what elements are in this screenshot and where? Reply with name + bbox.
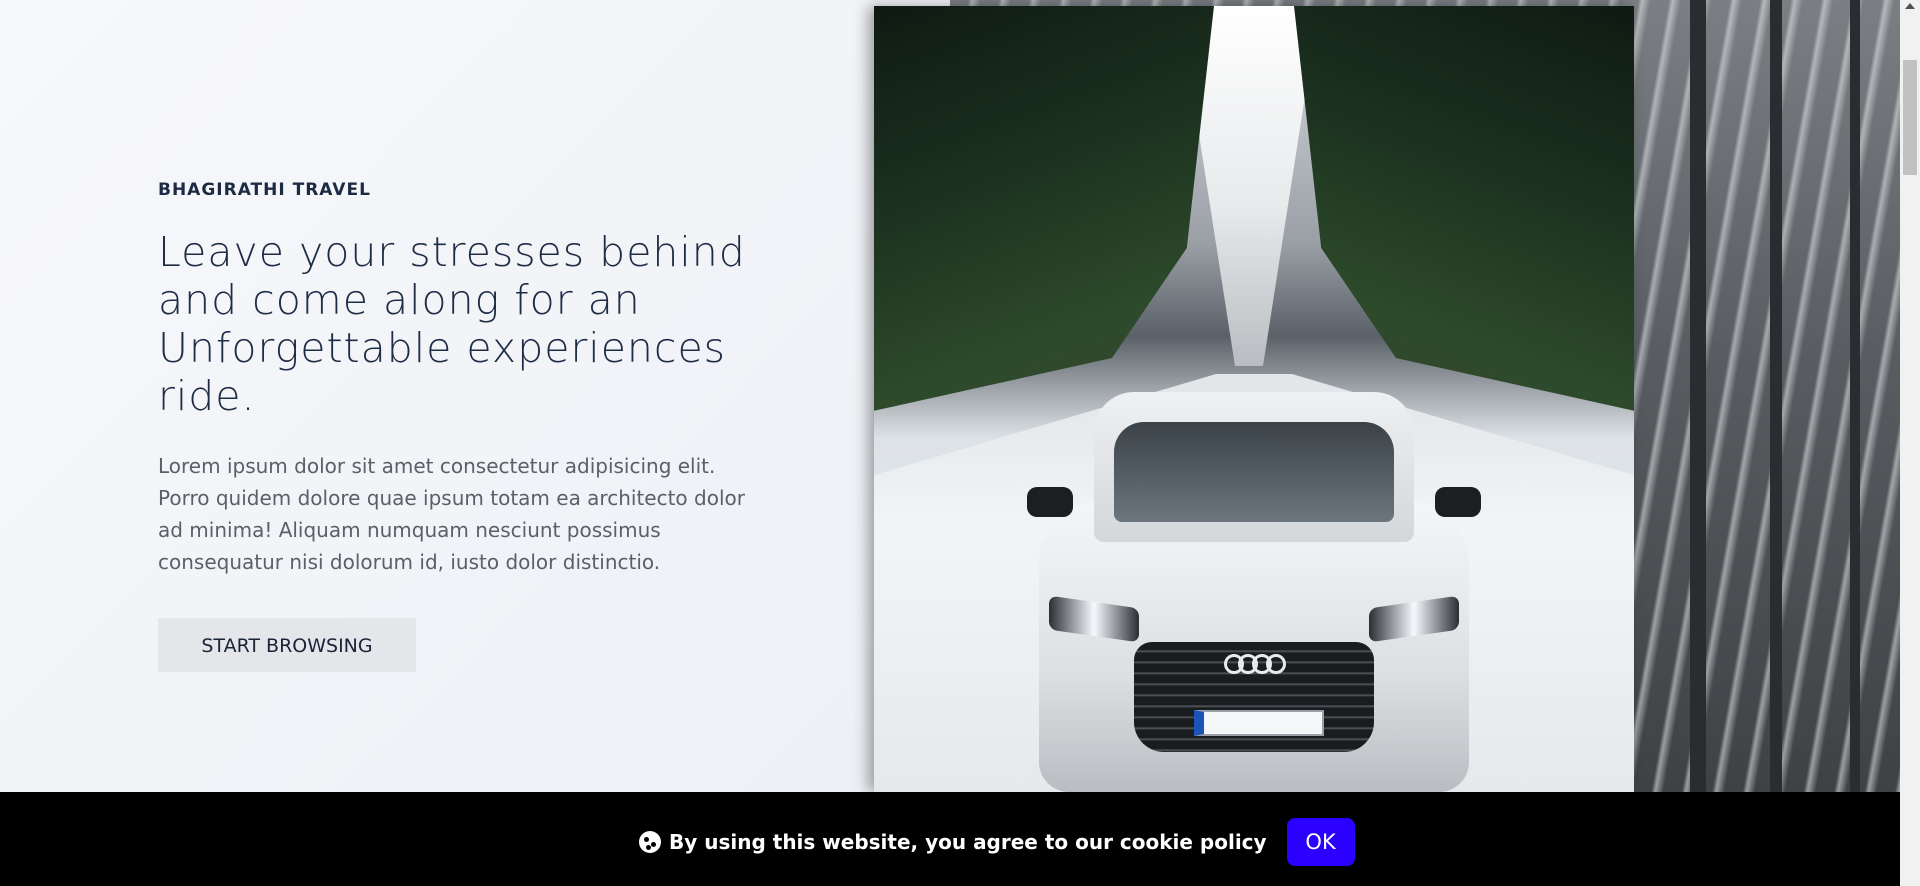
cookie-consent-bar: By using this website, you agree to our … bbox=[0, 792, 1900, 886]
page-scrollbar[interactable] bbox=[1900, 0, 1920, 886]
cookie-icon bbox=[639, 831, 661, 853]
hero-description: Lorem ipsum dolor sit amet consectetur a… bbox=[158, 454, 745, 574]
page: BHAGIRATHI TRAVEL Leave your stresses be… bbox=[0, 0, 1920, 886]
scroll-thumb[interactable] bbox=[1903, 60, 1917, 175]
cookie-ok-button[interactable]: OK bbox=[1286, 818, 1355, 866]
hero-headline: Leave your stresses behind and come alon… bbox=[158, 228, 746, 420]
scroll-up-arrow-icon[interactable] bbox=[1905, 3, 1915, 9]
start-browsing-button[interactable]: START BROWSING bbox=[158, 618, 416, 672]
cookie-message: By using this website, you agree to our … bbox=[669, 830, 1267, 854]
hero-content: BHAGIRATHI TRAVEL Leave your stresses be… bbox=[158, 180, 758, 672]
brand-name: BHAGIRATHI TRAVEL bbox=[158, 180, 371, 200]
hero-car-image bbox=[874, 6, 1634, 792]
